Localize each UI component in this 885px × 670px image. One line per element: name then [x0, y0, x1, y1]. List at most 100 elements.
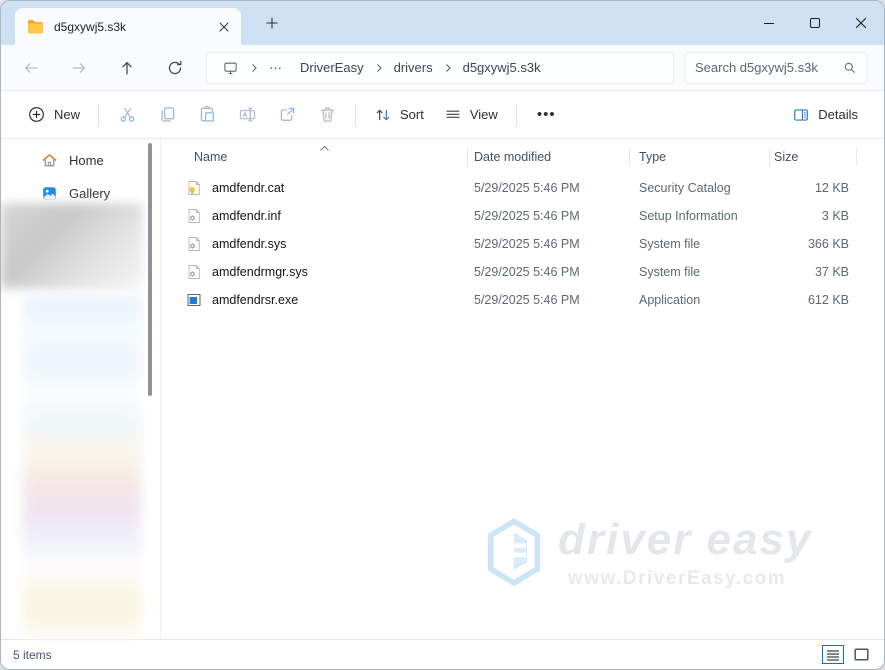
share-button[interactable] [267, 97, 307, 133]
watermark: driver easy www.DriverEasy.com [486, 517, 812, 591]
arrow-left-icon [22, 59, 40, 77]
refresh-button[interactable] [158, 51, 192, 85]
breadcrumb-drivereasy[interactable]: DriverEasy [291, 56, 373, 79]
explorer-window: d5gxywj5.s3k [0, 0, 885, 670]
column-header-date-modified[interactable]: Date modified [474, 150, 639, 164]
details-view-toggle[interactable] [822, 645, 844, 664]
new-button[interactable]: New [17, 98, 90, 131]
file-type: Application [639, 293, 774, 307]
file-date: 5/29/2025 5:46 PM [474, 209, 639, 223]
file-date: 5/29/2025 5:46 PM [474, 237, 639, 251]
minimize-icon [764, 23, 774, 24]
system-file-icon [186, 236, 202, 252]
thumbnails-view-toggle[interactable] [850, 645, 872, 664]
column-header-type[interactable]: Type [639, 150, 774, 164]
file-name: amdfendrmgr.sys [208, 265, 474, 279]
share-icon [278, 105, 297, 124]
column-headers: Name Date modified Type Size [161, 145, 884, 169]
sidebar-item-label: Gallery [69, 186, 110, 201]
maximize-button[interactable] [792, 1, 838, 45]
file-date: 5/29/2025 5:46 PM [474, 265, 639, 279]
file-row[interactable]: amdfendrmgr.sys 5/29/2025 5:46 PM System… [161, 258, 884, 286]
toolbar-separator [516, 104, 517, 126]
file-row[interactable]: amdfendr.sys 5/29/2025 5:46 PM System fi… [161, 230, 884, 258]
paste-button[interactable] [187, 97, 227, 133]
window-body: Home Gallery Name Date modified Type Siz… [1, 139, 884, 639]
tab-close-button[interactable] [213, 16, 235, 38]
address-bar[interactable]: ··· DriverEasy drivers d5gxywj5.s3k [206, 52, 674, 84]
file-row[interactable]: amdfendr.inf 5/29/2025 5:46 PM Setup Inf… [161, 202, 884, 230]
rename-button[interactable] [227, 97, 267, 133]
file-name: amdfendr.inf [208, 209, 474, 223]
home-icon [41, 152, 58, 169]
breadcrumb-drivers[interactable]: drivers [385, 56, 442, 79]
copy-button[interactable] [147, 97, 187, 133]
new-tab-button[interactable] [261, 12, 283, 34]
explorer-tab[interactable]: d5gxywj5.s3k [15, 8, 241, 45]
close-icon [855, 17, 867, 29]
breadcrumb-current-folder[interactable]: d5gxywj5.s3k [454, 56, 550, 79]
column-divider[interactable] [629, 148, 630, 166]
arrow-up-icon [118, 59, 136, 77]
chevron-right-icon [442, 63, 454, 73]
file-size: 37 KB [774, 265, 849, 279]
column-header-size[interactable]: Size [774, 150, 849, 164]
close-window-button[interactable] [838, 1, 884, 45]
column-divider[interactable] [769, 148, 770, 166]
blurred-sidebar-content [1, 203, 143, 289]
cut-button[interactable] [107, 97, 147, 133]
file-name: amdfendrsr.exe [208, 293, 474, 307]
thumbnails-view-icon [854, 648, 869, 661]
delete-button[interactable] [307, 97, 347, 133]
rename-icon [238, 105, 257, 124]
sidebar-item-label: Home [69, 153, 104, 168]
tab-title: d5gxywj5.s3k [54, 20, 213, 34]
more-options-button[interactable]: ••• [525, 99, 568, 130]
trash-icon [318, 105, 337, 124]
back-button[interactable] [14, 51, 48, 85]
forward-button[interactable] [62, 51, 96, 85]
view-lines-icon [444, 106, 462, 124]
close-icon [219, 22, 229, 32]
view-toggles [822, 645, 872, 664]
scissors-icon [118, 105, 137, 124]
details-button[interactable]: Details [782, 99, 868, 131]
watermark-url: www.DriverEasy.com [558, 568, 812, 590]
search-input[interactable] [695, 60, 842, 75]
column-divider[interactable] [467, 148, 468, 166]
sort-ascending-icon [319, 141, 330, 155]
up-button[interactable] [110, 51, 144, 85]
toolbar-separator [98, 104, 99, 126]
search-icon [842, 60, 857, 75]
column-header-name[interactable]: Name [186, 150, 474, 164]
refresh-icon [166, 59, 184, 77]
this-pc-crumb[interactable] [213, 56, 248, 80]
file-row[interactable]: amdfendrsr.exe 5/29/2025 5:46 PM Applica… [161, 286, 884, 314]
new-plus-circle-icon [27, 105, 46, 124]
column-divider[interactable] [856, 148, 857, 166]
items-count: 5 items [13, 648, 52, 662]
sort-button-label: Sort [400, 107, 424, 122]
file-date: 5/29/2025 5:46 PM [474, 293, 639, 307]
new-button-label: New [54, 107, 80, 122]
view-button[interactable]: View [434, 99, 508, 131]
chevron-right-icon [373, 63, 385, 73]
sort-button[interactable]: Sort [364, 99, 434, 131]
watermark-brand: driver easy [558, 517, 812, 563]
clipboard-icon [198, 105, 217, 124]
file-size: 12 KB [774, 181, 849, 195]
system-file-icon [186, 264, 202, 280]
titlebar: d5gxywj5.s3k [1, 1, 884, 45]
file-type: System file [639, 237, 774, 251]
command-toolbar: New Sort View ••• [1, 91, 884, 139]
breadcrumb-overflow[interactable]: ··· [260, 56, 291, 79]
sidebar-scrollbar[interactable] [148, 143, 152, 396]
sort-icon [374, 106, 392, 124]
arrow-right-icon [70, 59, 88, 77]
minimize-button[interactable] [746, 1, 792, 45]
setup-information-file-icon [186, 208, 202, 224]
status-bar: 5 items [1, 639, 884, 669]
sidebar-item-home[interactable]: Home [1, 144, 156, 176]
file-size: 3 KB [774, 209, 849, 223]
file-row[interactable]: amdfendr.cat 5/29/2025 5:46 PM Security … [161, 174, 884, 202]
